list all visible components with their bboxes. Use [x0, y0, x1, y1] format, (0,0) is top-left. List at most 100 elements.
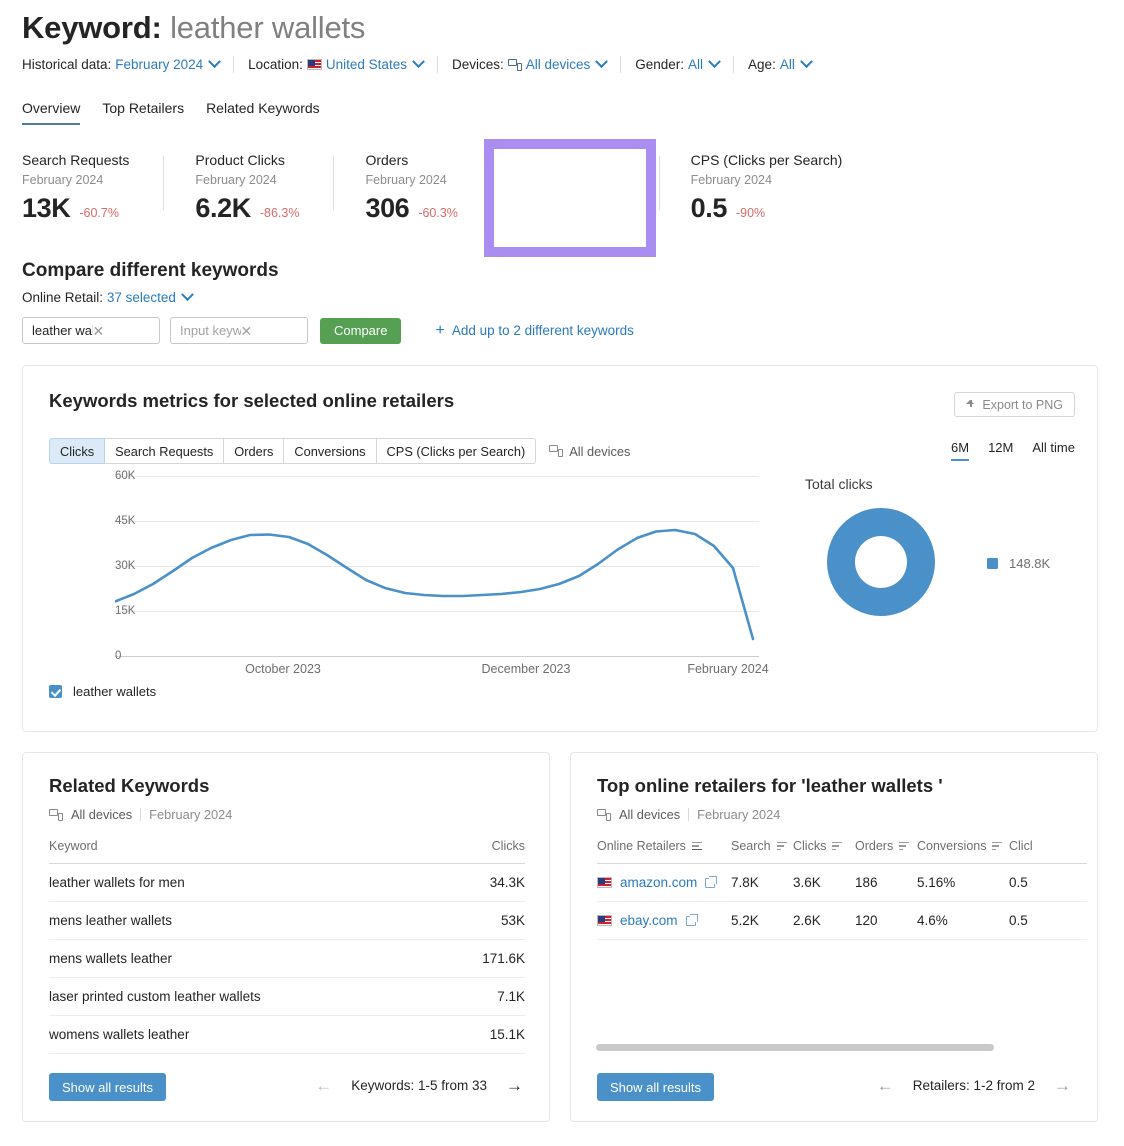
devices-icon — [597, 809, 611, 821]
filter-location[interactable]: Location: United States — [248, 57, 423, 72]
external-link-icon[interactable] — [686, 916, 696, 926]
metric-period: February 2024 — [365, 173, 457, 187]
filter-age-value: All — [780, 57, 795, 72]
chart-tab-conversions[interactable]: Conversions — [284, 438, 376, 464]
chart-tab-search-requests[interactable]: Search Requests — [105, 438, 224, 464]
online-retail-label: Online Retail: — [22, 290, 103, 305]
top-retailers-subtitle: All devices February 2024 — [597, 807, 780, 822]
metric-title: Product Clicks — [195, 152, 299, 168]
metric-title: CPS (Clicks per Search) — [691, 152, 843, 168]
line-chart-svg — [115, 476, 759, 658]
chart-devices-label: All devices — [549, 444, 630, 459]
divider — [140, 808, 141, 821]
column-clicks[interactable]: Clicks — [445, 833, 525, 864]
chart-devices-text: All devices — [569, 444, 630, 459]
table-row[interactable]: mens wallets leather 171.6K — [49, 940, 525, 978]
tab-top-retailers[interactable]: Top Retailers — [102, 100, 184, 125]
devices-icon — [508, 59, 522, 71]
cell-clicks: 7.1K — [445, 978, 525, 1016]
filter-age[interactable]: Age: All — [748, 57, 811, 72]
prev-page-icon[interactable]: ← — [877, 1077, 894, 1094]
filter-age-label: Age: — [748, 57, 776, 72]
cell-keyword: mens leather wallets — [49, 902, 445, 940]
donut-legend: 148.8K — [987, 556, 1050, 571]
divider — [437, 56, 438, 73]
cell-clicks: 34.3K — [445, 864, 525, 902]
page-title-label: Keyword: — [22, 10, 162, 45]
metric-title: Conversions — [516, 152, 625, 168]
pagination-label: Keywords: 1-5 from 33 — [351, 1078, 487, 1093]
metric-delta: -90% — [736, 206, 765, 220]
series-checkbox[interactable] — [49, 685, 62, 698]
prev-page-icon[interactable]: ← — [315, 1077, 332, 1094]
table-row[interactable]: ebay.com 5.2K 2.6K 120 4.6% 0.5 — [597, 902, 1087, 940]
table-header-row: Keyword Clicks — [49, 833, 525, 864]
compare-section-title: Compare different keywords — [22, 260, 279, 282]
show-all-results-button[interactable]: Show all results — [49, 1073, 166, 1101]
filter-gender[interactable]: Gender: All — [635, 57, 719, 72]
table-row[interactable]: womens wallets leather 15.1K — [49, 1016, 525, 1054]
cell-clicks: 2.6K — [793, 902, 855, 940]
cell-retailer: amazon.com — [597, 864, 731, 902]
devices-icon — [549, 445, 563, 457]
metric-period: February 2024 — [195, 173, 299, 187]
metric-delta: -86.3% — [260, 206, 300, 220]
add-keywords-link[interactable]: + Add up to 2 different keywords — [435, 323, 633, 339]
filter-devices[interactable]: Devices: All devices — [452, 57, 606, 72]
cell-conversions: 5.16% — [917, 864, 1009, 902]
compare-button[interactable]: Compare — [320, 318, 401, 344]
tab-overview[interactable]: Overview — [22, 100, 80, 125]
range-12m[interactable]: 12M — [988, 440, 1013, 461]
filter-historical-data[interactable]: Historical data: February 2024 — [22, 57, 219, 72]
range-6m[interactable]: 6M — [951, 440, 969, 461]
retailer-link[interactable]: ebay.com — [620, 913, 678, 928]
pagination-label: Retailers: 1-2 from 2 — [913, 1078, 1035, 1093]
table-row[interactable]: leather wallets for men 34.3K — [49, 864, 525, 902]
column-online-retailers[interactable]: Online Retailers — [597, 833, 731, 864]
table-row[interactable]: laser printed custom leather wallets 7.1… — [49, 978, 525, 1016]
close-icon[interactable]: ✕ — [241, 324, 302, 338]
column-keyword[interactable]: Keyword — [49, 833, 445, 864]
online-retail-selector[interactable]: Online Retail: 37 selected — [22, 290, 192, 305]
chart-card-title: Keywords metrics for selected online ret… — [49, 390, 454, 412]
keyword-input-2-placeholder: Input keyword — [180, 323, 241, 338]
related-devices-label: All devices — [71, 807, 132, 822]
donut-chart-section: Total clicks 148.8K — [805, 476, 1095, 492]
top-retailers-panel: Top online retailers for 'leather wallet… — [570, 752, 1098, 1122]
column-online-retailers-label: Online Retailers — [597, 839, 686, 853]
x-tick-1: October 2023 — [245, 662, 321, 676]
filter-gender-label: Gender: — [635, 57, 684, 72]
external-link-icon[interactable] — [705, 878, 715, 888]
filter-location-value: United States — [326, 57, 407, 72]
metric-value: 4.9 % — [516, 193, 583, 224]
cell-keyword: womens wallets leather — [49, 1016, 445, 1054]
next-page-icon[interactable]: → — [1054, 1077, 1071, 1094]
column-search[interactable]: Search — [731, 833, 793, 864]
retailer-link[interactable]: amazon.com — [620, 875, 697, 890]
chart-tab-cps[interactable]: CPS (Clicks per Search) — [377, 438, 537, 464]
sort-icon — [692, 842, 702, 851]
sort-icon — [992, 842, 1002, 851]
chart-tab-clicks[interactable]: Clicks — [49, 438, 105, 464]
export-to-png-button[interactable]: Export to PNG — [954, 392, 1075, 417]
metric-card-cps: CPS (Clicks per Search) February 2024 0.… — [659, 152, 877, 224]
next-page-icon[interactable]: → — [506, 1077, 523, 1094]
column-clicks[interactable]: Clicks — [793, 833, 855, 864]
table-row[interactable]: mens leather wallets 53K — [49, 902, 525, 940]
column-cps-truncated[interactable]: Clicl — [1009, 833, 1087, 864]
range-all-time[interactable]: All time — [1032, 440, 1075, 461]
keyword-input-2[interactable]: Input keyword ✕ — [170, 317, 308, 344]
close-icon[interactable]: ✕ — [93, 324, 154, 338]
keyword-input-1[interactable]: leather wallets ✕ — [22, 317, 160, 344]
filter-historical-data-value: February 2024 — [115, 57, 203, 72]
page-title: Keyword: leather wallets — [22, 10, 365, 46]
metric-value: 6.2K — [195, 193, 250, 224]
table-row[interactable]: amazon.com 7.8K 3.6K 186 5.16% 0.5 — [597, 864, 1087, 902]
column-conversions[interactable]: Conversions — [917, 833, 1009, 864]
horizontal-scrollbar[interactable] — [596, 1044, 994, 1051]
upload-icon — [966, 400, 975, 410]
tab-related-keywords[interactable]: Related Keywords — [206, 100, 320, 125]
show-all-results-button[interactable]: Show all results — [597, 1073, 714, 1101]
chart-tab-orders[interactable]: Orders — [224, 438, 284, 464]
column-orders[interactable]: Orders — [855, 833, 917, 864]
